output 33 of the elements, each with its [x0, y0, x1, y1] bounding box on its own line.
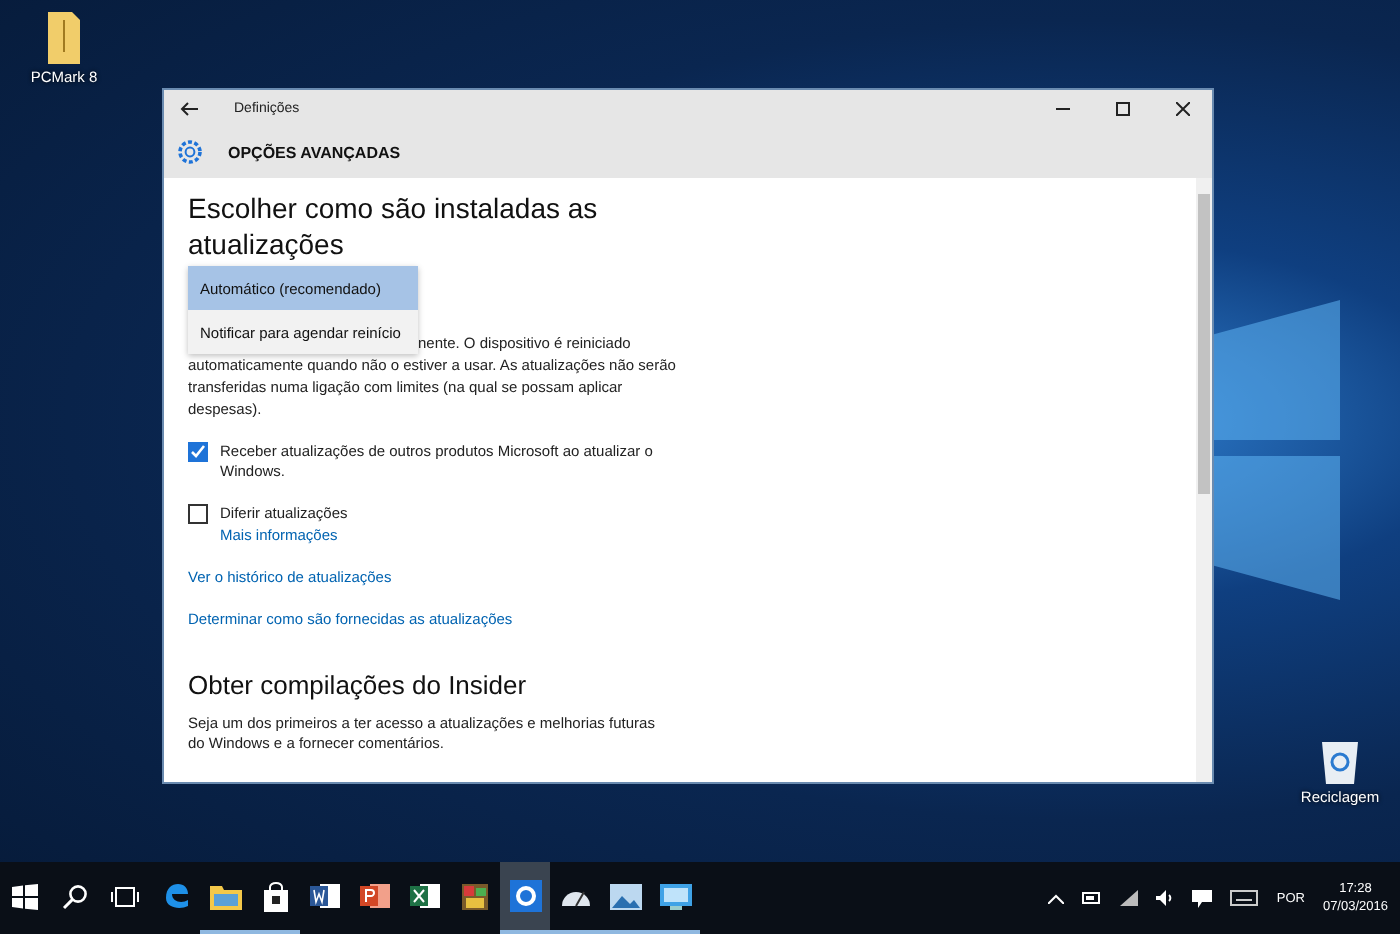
recycle-bin-icon[interactable] [1320, 736, 1360, 784]
colorful-app-icon[interactable] [460, 881, 490, 911]
back-arrow-icon[interactable] [180, 101, 198, 115]
close-icon [1175, 101, 1189, 115]
checkbox[interactable] [188, 504, 208, 524]
taskbar-button[interactable] [500, 862, 550, 934]
task-view-icon[interactable] [110, 885, 140, 907]
monitor-icon[interactable] [659, 883, 691, 909]
gear-icon[interactable] [509, 880, 541, 912]
shopping-bag-icon[interactable] [261, 881, 289, 911]
minimize-icon [1055, 107, 1069, 109]
search-icon[interactable] [62, 883, 88, 909]
settings-icon [176, 138, 204, 166]
section-heading: Obter compilações do Insider [188, 670, 529, 700]
picture-icon[interactable] [609, 883, 641, 909]
slides-p-icon[interactable] [360, 882, 390, 910]
speaker-icon[interactable] [1156, 890, 1175, 906]
browser-e-icon[interactable] [161, 882, 189, 910]
document-w-icon[interactable] [310, 882, 340, 910]
windows-start-icon[interactable] [12, 883, 38, 909]
maximize-icon [1115, 101, 1129, 115]
folder-icon[interactable] [209, 883, 241, 909]
battery-icon[interactable] [1082, 892, 1103, 904]
folder-icon[interactable] [44, 12, 84, 64]
keyboard-icon[interactable] [1230, 890, 1259, 906]
spreadsheet-x-icon[interactable] [410, 882, 440, 910]
scrollbar[interactable] [1196, 178, 1212, 782]
speech-bubble-icon[interactable] [1192, 889, 1213, 907]
page-title: OPÇÕES AVANÇADAS [228, 143, 401, 161]
section-heading: Escolher como são instaladas as atualizações [188, 190, 600, 262]
checkbox[interactable] [188, 442, 208, 462]
caret-up-icon[interactable] [1048, 893, 1065, 903]
signal-icon[interactable] [1120, 890, 1139, 906]
